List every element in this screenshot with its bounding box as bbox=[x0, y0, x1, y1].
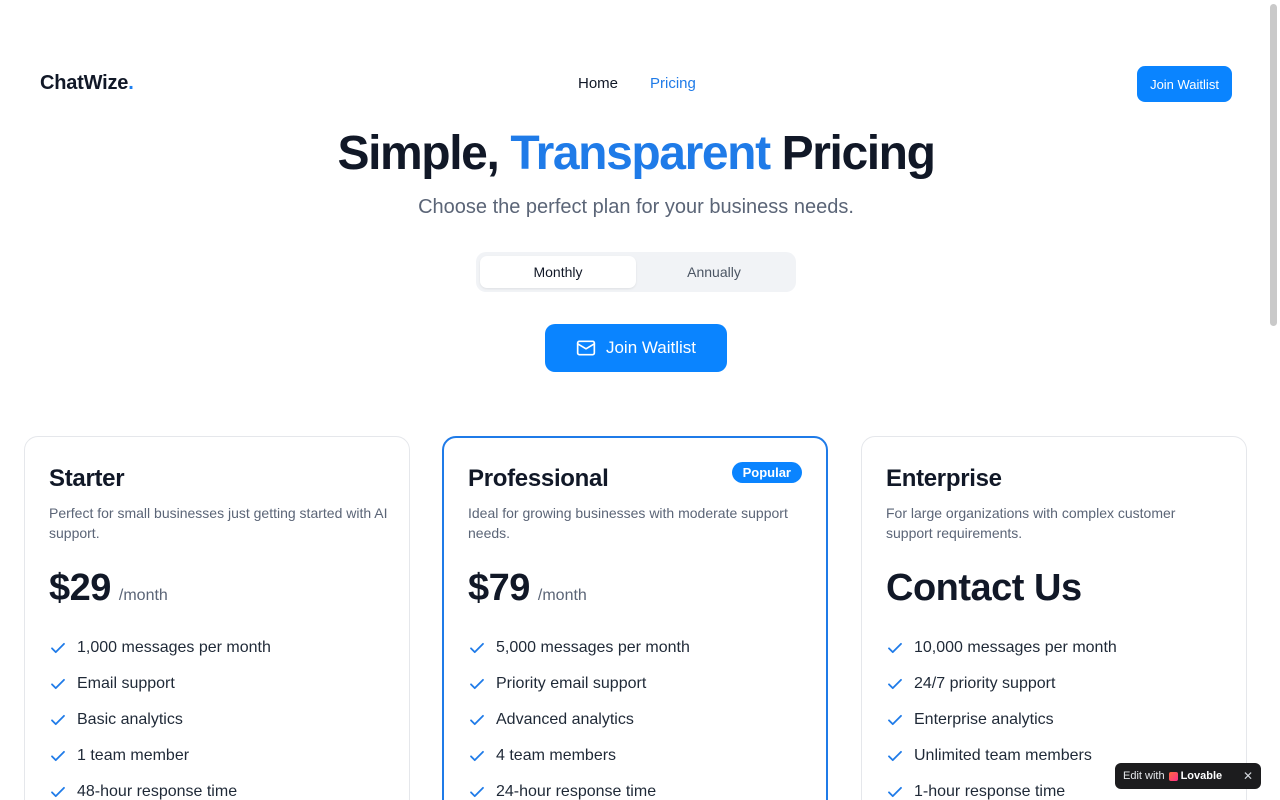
feature-item: 1 team member bbox=[49, 738, 385, 774]
price-row: Contact Us bbox=[886, 567, 1222, 615]
check-icon bbox=[470, 714, 484, 726]
check-icon bbox=[51, 786, 65, 798]
check-icon bbox=[51, 678, 65, 690]
join-waitlist-button[interactable]: Join Waitlist bbox=[545, 324, 727, 372]
feature-label: 24/7 priority support bbox=[914, 675, 1056, 692]
feature-label: 1,000 messages per month bbox=[77, 639, 271, 656]
feature-label: Advanced analytics bbox=[496, 711, 634, 728]
feature-item: 24-hour response time bbox=[468, 774, 803, 800]
feature-item: Enterprise analytics bbox=[886, 702, 1222, 738]
page-subtitle: Choose the perfect plan for your busines… bbox=[418, 196, 854, 218]
price-unit: /month bbox=[118, 587, 168, 604]
edit-with-lovable-badge[interactable]: Edit with Lovable ✕ bbox=[1115, 763, 1261, 789]
feature-item: 4 team members bbox=[468, 738, 803, 774]
price-row: $29 /month bbox=[49, 567, 385, 615]
check-icon bbox=[51, 714, 65, 726]
feature-item: Basic analytics bbox=[49, 702, 385, 738]
feature-item: 10,000 messages per month bbox=[886, 630, 1222, 666]
nav-links: Home Pricing bbox=[578, 75, 696, 92]
plan-card-starter: Starter Perfect for small businesses jus… bbox=[24, 436, 410, 800]
plan-price: $29 bbox=[49, 567, 111, 609]
top-nav: ChatWize. Home Pricing Join Waitlist bbox=[0, 0, 1266, 120]
feature-label: 48-hour response time bbox=[77, 783, 238, 800]
check-icon bbox=[888, 786, 902, 798]
check-icon bbox=[888, 750, 902, 762]
feature-label: Unlimited team members bbox=[914, 747, 1092, 764]
plan-name: Enterprise bbox=[886, 465, 1002, 492]
feature-label: 1 team member bbox=[77, 747, 190, 764]
close-icon[interactable]: ✕ bbox=[1243, 769, 1253, 783]
page-title: Simple, Transparent Pricing bbox=[0, 126, 1272, 181]
feature-item: 48-hour response time bbox=[49, 774, 385, 800]
billing-toggle: Monthly Annually bbox=[476, 252, 796, 292]
feature-list: 5,000 messages per month Priority email … bbox=[468, 630, 803, 800]
feature-label: 5,000 messages per month bbox=[496, 639, 690, 656]
feature-label: 4 team members bbox=[496, 747, 617, 764]
nav-link-pricing[interactable]: Pricing bbox=[650, 75, 696, 92]
feature-label: Email support bbox=[77, 675, 175, 692]
lovable-brand: Lovable bbox=[1168, 770, 1223, 782]
billing-option-annually[interactable]: Annually bbox=[636, 256, 792, 288]
check-icon bbox=[470, 786, 484, 798]
lovable-prefix: Edit with bbox=[1123, 770, 1165, 782]
check-icon bbox=[51, 642, 65, 654]
feature-item: Email support bbox=[49, 666, 385, 702]
plan-description: For large organizations with complex cus… bbox=[886, 505, 1176, 541]
plan-name: Starter bbox=[49, 465, 125, 492]
check-icon bbox=[470, 750, 484, 762]
plan-card-enterprise: Enterprise For large organizations with … bbox=[861, 436, 1247, 800]
plan-price: $79 bbox=[468, 567, 530, 609]
check-icon bbox=[888, 642, 902, 654]
check-icon bbox=[51, 750, 65, 762]
feature-list: 1,000 messages per month Email support B… bbox=[49, 630, 385, 800]
plan-description: Ideal for growing businesses with modera… bbox=[468, 505, 788, 541]
feature-label: Priority email support bbox=[496, 675, 647, 692]
feature-label: 10,000 messages per month bbox=[914, 639, 1117, 656]
lovable-heart-icon bbox=[1168, 771, 1178, 781]
title-part-1: Simple, bbox=[337, 127, 511, 180]
price-row: $79 /month bbox=[468, 567, 803, 615]
billing-option-monthly[interactable]: Monthly bbox=[480, 256, 636, 288]
plan-description: Perfect for small businesses just gettin… bbox=[49, 505, 388, 541]
plan-card-professional: Popular Professional Ideal for growing b… bbox=[442, 436, 828, 800]
title-part-2: Pricing bbox=[769, 127, 936, 180]
feature-label: Enterprise analytics bbox=[914, 711, 1054, 728]
plan-price: Contact Us bbox=[886, 567, 1082, 609]
lovable-brand-label: Lovable bbox=[1180, 770, 1223, 782]
nav-link-home[interactable]: Home bbox=[578, 75, 618, 92]
feature-item: Priority email support bbox=[468, 666, 803, 702]
feature-label: Basic analytics bbox=[77, 711, 183, 728]
logo-dot: . bbox=[128, 72, 134, 94]
scrollbar-track[interactable] bbox=[1266, 0, 1280, 800]
check-icon bbox=[470, 678, 484, 690]
feature-label: 1-hour response time bbox=[914, 783, 1066, 800]
title-accent: Transparent bbox=[510, 127, 771, 180]
check-icon bbox=[470, 642, 484, 654]
popular-badge: Popular bbox=[731, 462, 802, 483]
mail-icon bbox=[576, 340, 596, 356]
feature-item: Advanced analytics bbox=[468, 702, 803, 738]
check-icon bbox=[888, 714, 902, 726]
price-unit: /month bbox=[537, 587, 587, 604]
feature-item: 1,000 messages per month bbox=[49, 630, 385, 666]
logo[interactable]: ChatWize. bbox=[40, 72, 134, 95]
feature-item: 5,000 messages per month bbox=[468, 630, 803, 666]
join-waitlist-nav-button[interactable]: Join Waitlist bbox=[1137, 66, 1232, 102]
feature-item: 24/7 priority support bbox=[886, 666, 1222, 702]
feature-label: 24-hour response time bbox=[496, 783, 657, 800]
logo-text: ChatWize bbox=[40, 72, 129, 94]
check-icon bbox=[888, 678, 902, 690]
join-waitlist-label: Join Waitlist bbox=[605, 338, 697, 357]
